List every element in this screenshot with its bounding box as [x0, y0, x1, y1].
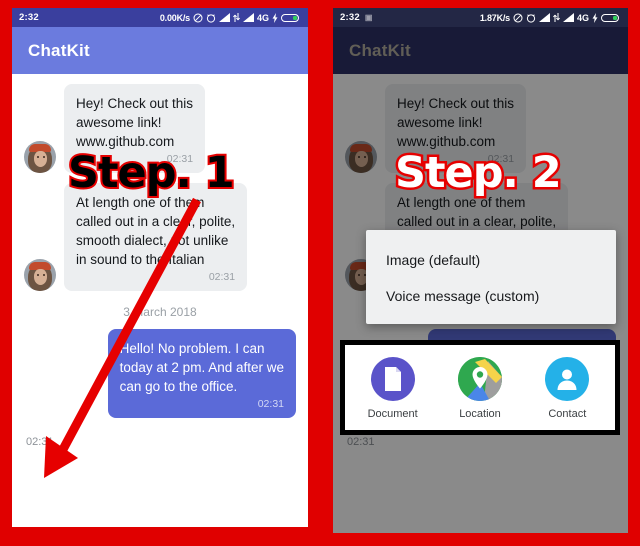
app-title: ChatKit	[349, 40, 411, 60]
message-text: Hey! Check out this awesome link! www.gi…	[397, 96, 515, 149]
message-text: At length one of them called out in a cl…	[76, 195, 236, 267]
status-right-group: 0.00K/s 4G	[159, 12, 301, 23]
contact-icon	[545, 357, 590, 401]
status-network-speed: 1.87K/s	[479, 12, 510, 23]
status-network-type: 4G	[576, 12, 589, 23]
location-icon	[457, 357, 502, 401]
message-time: 02:31	[208, 271, 236, 283]
alarm-icon	[526, 13, 536, 23]
app-bar-left: ChatKit	[12, 27, 308, 74]
annotation-step-1: Step. 1	[66, 146, 237, 200]
avatar	[345, 141, 377, 173]
avatar	[24, 259, 56, 291]
mute-icon	[193, 13, 203, 23]
dialog-item-image[interactable]: Image (default)	[366, 242, 616, 278]
battery-icon	[281, 13, 301, 23]
attachment-label: Contact	[548, 408, 587, 420]
attachment-option-document[interactable]: Document	[354, 357, 432, 420]
document-icon	[370, 357, 415, 401]
trailing-timestamp: 02:31	[347, 436, 375, 448]
message-time: 02:31	[257, 398, 284, 410]
date-separator: 3 March 2018	[123, 305, 197, 319]
status-right-group: 1.87K/s 4G	[479, 12, 621, 23]
attachment-option-contact[interactable]: Contact	[528, 357, 606, 420]
attachment-option-location[interactable]: Location	[441, 357, 519, 420]
status-bar-right: 2:32 ▣ 1.87K/s 4G	[333, 8, 628, 27]
alarm-icon	[206, 13, 216, 23]
signal-icon	[538, 13, 550, 22]
sync-icon	[232, 13, 240, 22]
attachment-dialog: Image (default) Voice message (custom)	[366, 230, 616, 324]
trailing-timestamp: 02:31	[26, 436, 54, 448]
bolt-icon	[592, 12, 598, 23]
bolt-icon	[272, 12, 278, 23]
phone-screen-right: 2:32 ▣ 1.87K/s 4G ChatKit Hey! Check out…	[333, 8, 628, 533]
app-bar-right: ChatKit	[333, 27, 628, 74]
status-network-speed: 0.00K/s	[159, 12, 190, 23]
chat-list-left[interactable]: Hey! Check out this awesome link! www.gi…	[12, 74, 308, 527]
message-row: Hello! No problem. I can today at 2 pm. …	[12, 329, 308, 418]
status-time: 2:32	[340, 12, 360, 23]
signal-icon	[242, 13, 254, 22]
annotation-step-2: Step. 2	[393, 146, 565, 201]
attachment-icon-row: Document Location Contact	[345, 345, 615, 430]
app-title: ChatKit	[28, 40, 90, 60]
composite-screenshot: 2:32 0.00K/s 4G ChatKit Hey! Check out t…	[0, 0, 640, 546]
attachment-icons-highlight-frame: Document Location Contact	[340, 340, 620, 435]
message-row: At length one of them called out in a cl…	[12, 183, 308, 291]
signal-icon	[218, 13, 230, 22]
mute-icon	[513, 13, 523, 23]
status-time: 2:32	[19, 12, 39, 23]
attachment-label: Document	[367, 408, 418, 420]
message-text: Hey! Check out this awesome link! www.gi…	[76, 96, 194, 149]
attachment-label: Location	[459, 408, 501, 420]
message-text: Hello! No problem. I can today at 2 pm. …	[119, 341, 284, 394]
dialog-item-voice-message[interactable]: Voice message (custom)	[366, 278, 616, 314]
message-bubble-incoming[interactable]: At length one of them called out in a cl…	[64, 183, 248, 291]
message-bubble-outgoing[interactable]: Hello! No problem. I can today at 2 pm. …	[107, 329, 296, 418]
screenshot-icon: ▣	[364, 13, 373, 22]
phone-screen-left: 2:32 0.00K/s 4G ChatKit Hey! Check out t…	[12, 8, 308, 527]
signal-icon	[562, 13, 574, 22]
status-bar-left: 2:32 0.00K/s 4G	[12, 8, 308, 27]
sync-icon	[552, 13, 560, 22]
status-network-type: 4G	[256, 12, 269, 23]
avatar	[24, 141, 56, 173]
battery-icon	[601, 13, 621, 23]
